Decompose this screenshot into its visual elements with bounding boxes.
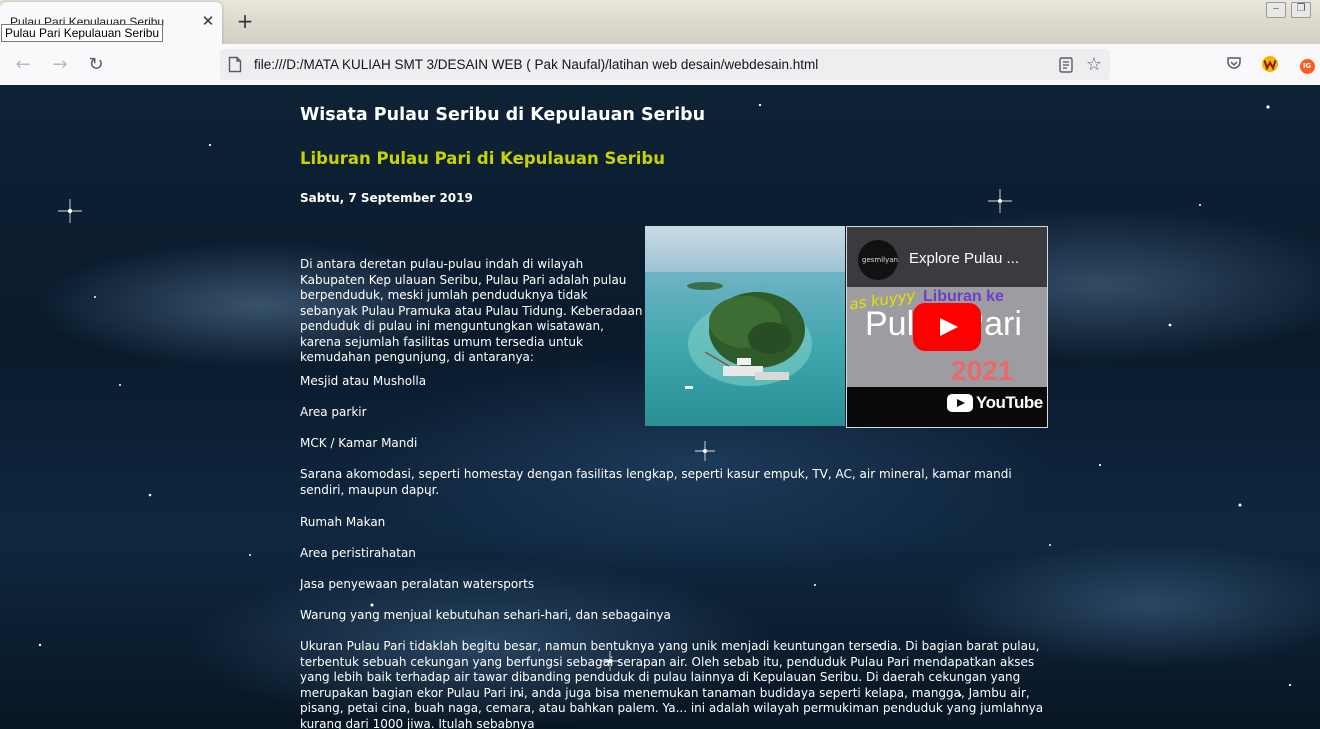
minimize-button[interactable]: ‒ bbox=[1266, 2, 1286, 18]
closing-paragraph: Ukuran Pulau Pari tidaklah begitu besar,… bbox=[300, 639, 1044, 729]
youtube-video-embed[interactable]: gesmilyan Explore Pulau ... as kuyyy Lib… bbox=[846, 226, 1048, 428]
bookmark-star-icon[interactable]: ☆ bbox=[1084, 55, 1104, 75]
forward-button[interactable]: → bbox=[47, 52, 73, 78]
video-channel: gesmilyan bbox=[862, 256, 898, 264]
facility-item: Sarana akomodasi, seperti homestay denga… bbox=[300, 467, 1012, 497]
navigation-bar: ← → ↻ file:///D:/MATA KULIAH SMT 3/DESAI… bbox=[0, 44, 1320, 86]
intro-paragraph: Di antara deretan pulau-pulau indah di w… bbox=[300, 257, 643, 364]
extension-ig-icon[interactable]: IG bbox=[1297, 55, 1317, 75]
article-title: Liburan Pulau Pari di Kepulauan Seribu bbox=[300, 149, 665, 168]
facility-item: MCK / Kamar Mandi bbox=[300, 436, 418, 450]
extension-ig-label: IG bbox=[1299, 59, 1315, 74]
back-button[interactable]: ← bbox=[10, 52, 36, 78]
page-icon bbox=[228, 56, 242, 73]
facility-item: Area parkir bbox=[300, 405, 367, 419]
play-button[interactable] bbox=[913, 303, 981, 351]
facility-item: Jasa penyewaan peralatan watersports bbox=[300, 577, 535, 591]
article-date: Sabtu, 7 September 2019 bbox=[300, 191, 473, 205]
url-bar[interactable]: file:///D:/MATA KULIAH SMT 3/DESAIN WEB … bbox=[220, 49, 1110, 80]
site-title: Wisata Pulau Seribu di Kepulauan Seribu bbox=[300, 105, 706, 125]
pocket-icon[interactable] bbox=[1224, 55, 1244, 75]
page-viewport: Wisata Pulau Seribu di Kepulauan Seribu … bbox=[0, 85, 1320, 729]
facility-item: Area peristirahatan bbox=[300, 546, 416, 560]
facility-item: Rumah Makan bbox=[300, 515, 386, 529]
reload-button[interactable]: ↻ bbox=[83, 52, 109, 78]
video-title[interactable]: Explore Pulau ... bbox=[909, 250, 1019, 267]
island-photo bbox=[645, 226, 845, 426]
new-tab-button[interactable]: + bbox=[234, 10, 256, 32]
tab-strip: Pulau Pari Kepulauan Seribu ✕ Pulau Pari… bbox=[0, 0, 1320, 44]
reader-view-icon[interactable] bbox=[1056, 55, 1076, 75]
restore-button[interactable]: ❐ bbox=[1291, 2, 1311, 18]
play-icon bbox=[940, 318, 958, 336]
tab-tooltip: Pulau Pari Kepulauan Seribu bbox=[1, 24, 164, 42]
facility-item: Warung yang menjual kebutuhan sehari-har… bbox=[300, 608, 671, 622]
tab-close-icon[interactable]: ✕ bbox=[200, 13, 216, 29]
url-text[interactable]: file:///D:/MATA KULIAH SMT 3/DESAIN WEB … bbox=[254, 57, 818, 72]
facility-item: Mesjid atau Musholla bbox=[300, 374, 427, 388]
extension-w-icon[interactable] bbox=[1260, 55, 1280, 75]
